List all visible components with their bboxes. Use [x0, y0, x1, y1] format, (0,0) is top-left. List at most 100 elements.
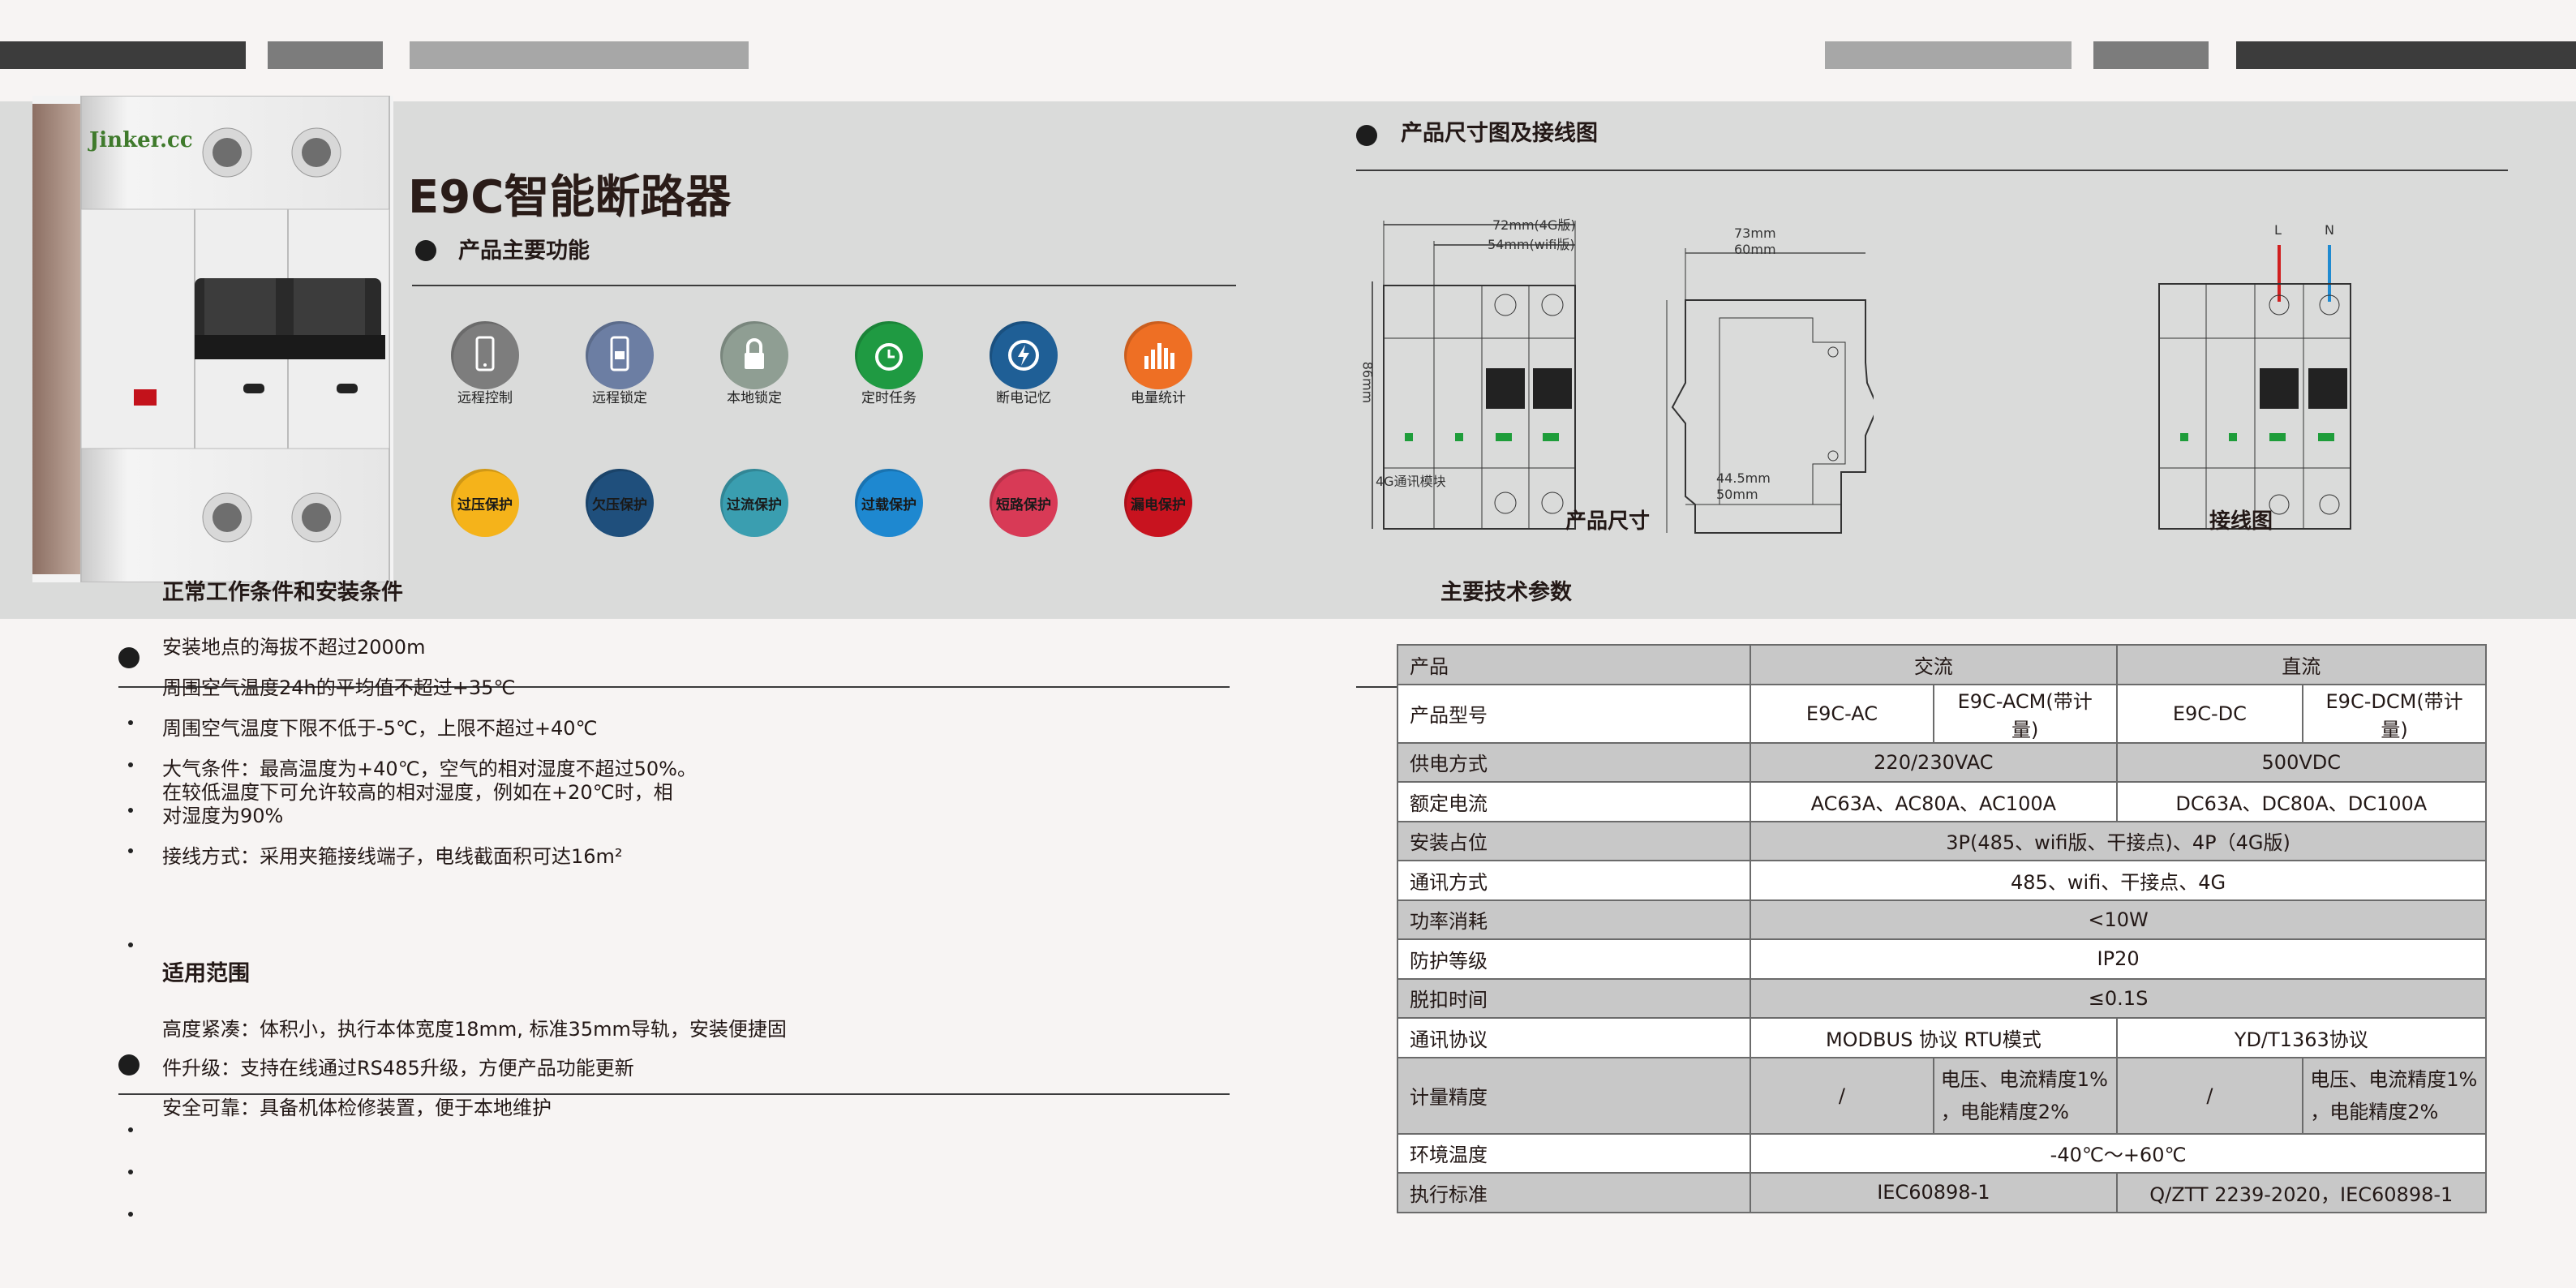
dim-width-4g: 72mm(4G版) [1492, 217, 1576, 233]
wiring-diagram: L N [2149, 213, 2360, 537]
table-cell: 直流 [2115, 644, 2488, 685]
table-cell: 电压、电流精度1% ，电能精度2% [1932, 1056, 2118, 1135]
list-dot [128, 942, 133, 947]
application-line: 件升级：支持在线通过RS485升级，方便产品功能更新 [162, 1057, 634, 1080]
condition-line: 接线方式：采用夹箍接线端子，电线截面积可达16m² [162, 845, 623, 868]
top-bar-light-right [1825, 41, 2072, 69]
table-cell-label: 通讯方式 [1396, 860, 1752, 901]
undervoltage-icon: 欠压保护 [586, 469, 654, 537]
accuracy-line: ，电能精度2% [2310, 1100, 2439, 1123]
table-row: 计量精度 / 电压、电流精度1% ，电能精度2% / 电压、电流精度1% ，电能… [1396, 1056, 2487, 1135]
table-row: 功率消耗 <10W [1396, 899, 2487, 940]
table-row: 执行标准 IEC60898-1 Q/ZTT 2239-2020，IEC60898… [1396, 1172, 2488, 1213]
table-cell-label: 脱扣时间 [1396, 977, 1752, 1019]
section-divider [118, 1093, 1230, 1095]
phone-icon [451, 321, 519, 389]
table-cell-label: 通讯协议 [1396, 1017, 1752, 1058]
table-cell: AC63A、AC80A、AC100A [1750, 781, 2118, 822]
section-divider [412, 285, 1236, 286]
condition-line: 在较低温度下可允许较高的相对湿度，例如在+20℃时，相 [162, 781, 673, 804]
table-cell-label: 供电方式 [1396, 741, 1752, 783]
table-row: 脱扣时间 ≤0.1S [1396, 977, 2487, 1019]
table-row: 通讯方式 485、wifi、干接点、4G [1396, 860, 2487, 901]
list-dot [128, 808, 133, 813]
list-dot [128, 1212, 133, 1217]
table-cell: 220/230VAC [1750, 741, 2118, 783]
accuracy-line: ，电能精度2% [1940, 1100, 2069, 1123]
breaker-product-image: Jinker.cc [32, 95, 393, 583]
table-cell: DC63A、DC80A、DC100A [2115, 781, 2488, 822]
application-line: 高度紧凑：体积小，执行本体宽度18mm, 标准35mm导轨，安装便捷固 [162, 1018, 787, 1041]
table-cell-label: 额定电流 [1396, 781, 1752, 822]
section-working-conditions: 正常工作条件和安装条件 [162, 580, 403, 605]
dim-height: 86mm [1359, 361, 1376, 404]
accuracy-line: 电压、电流精度1% [1940, 1067, 2108, 1091]
table-cell: YD/T1363协议 [2115, 1017, 2488, 1058]
leakage-icon: 漏电保护 [1124, 469, 1192, 537]
accuracy-line: 电压、电流精度1% [2310, 1067, 2478, 1091]
protection-label: 过流保护 [727, 496, 782, 513]
table-cell: E9C-AC [1750, 683, 1934, 744]
dim-rail-1: 44.5mm [1716, 470, 1771, 486]
table-cell: / [1750, 1056, 1934, 1135]
short-circuit-icon: 短路保护 [990, 469, 1058, 537]
top-bar-mid-right [2093, 41, 2209, 69]
table-cell: IEC60898-1 [1750, 1172, 2118, 1213]
list-dot [128, 848, 133, 853]
condition-line: 安装地点的海拔不超过2000m [162, 636, 426, 659]
table-cell: 交流 [1750, 644, 2118, 685]
list-dot [128, 720, 133, 725]
section-application: 适用范围 [162, 961, 250, 986]
table-cell-label: 环境温度 [1396, 1132, 1752, 1174]
table-cell: E9C-DCM(带计量) [2302, 683, 2487, 744]
condition-line: 周围空气温度下限不低于-5℃，上限不超过+40℃ [162, 717, 598, 740]
table-cell: 3P(485、wifi版、干接点)、4P（4G版) [1750, 820, 2487, 861]
table-cell: 电压、电流精度1% ，电能精度2% [2302, 1056, 2487, 1135]
product-title: E9C智能断路器 [408, 171, 732, 224]
protection-label: 欠压保护 [592, 496, 647, 513]
protection-label: 短路保护 [996, 496, 1051, 513]
overcurrent-icon: 过流保护 [720, 469, 788, 537]
table-row: 安装占位 3P(485、wifi版、干接点)、4P（4G版) [1396, 820, 2487, 861]
feature-label: 本地锁定 [727, 390, 782, 406]
bar-chart-icon [1124, 321, 1192, 389]
table-row: 供电方式 220/230VAC 500VDC [1396, 741, 2488, 783]
padlock-icon [720, 321, 788, 389]
table-row: 防护等级 IP20 [1396, 938, 2487, 980]
table-cell: E9C-ACM(带计量) [1932, 683, 2118, 744]
table-cell-label: 安装占位 [1396, 820, 1752, 861]
overvoltage-icon: 过压保护 [451, 469, 519, 537]
table-cell-label: 执行标准 [1396, 1172, 1752, 1213]
table-row: 产品 交流 直流 [1396, 644, 2488, 685]
feature-label: 远程控制 [457, 390, 513, 406]
table-cell: MODBUS 协议 RTU模式 [1750, 1017, 2118, 1058]
feature-label: 远程锁定 [592, 390, 647, 406]
section-bullet [415, 240, 436, 261]
section-bullet [1356, 125, 1377, 146]
table-row: 环境温度 -40℃～+60℃ [1396, 1132, 2487, 1174]
top-bar-light-left [410, 41, 749, 69]
table-cell: / [2115, 1056, 2304, 1135]
terminal-n: N [2325, 222, 2334, 238]
table-cell: Q/ZTT 2239-2020，IEC60898-1 [2115, 1172, 2488, 1213]
section-tech-params: 主要技术参数 [1440, 580, 1572, 605]
section-divider [1356, 170, 2508, 171]
overload-icon: 过载保护 [855, 469, 923, 537]
front-dimension-drawing: 72mm(4G版) 54mm(wifi版) 86mm 4G通讯模块 [1356, 213, 1599, 537]
feature-label: 断电记忆 [996, 390, 1051, 406]
feature-label: 电量统计 [1131, 390, 1186, 406]
table-cell: <10W [1750, 899, 2487, 940]
dim-rail-2: 50mm [1716, 487, 1758, 502]
table-row: 通讯协议 MODBUS 协议 RTU模式 YD/T1363协议 [1396, 1017, 2488, 1058]
dim-width-wifi: 54mm(wifi版) [1488, 237, 1575, 252]
table-cell: ≤0.1S [1750, 977, 2487, 1019]
wiring-caption: 接线图 [2209, 509, 2273, 534]
application-line: 安全可靠：具备机体检修装置，便于本地维护 [162, 1097, 552, 1119]
section-bullet [118, 1054, 140, 1075]
table-cell: 500VDC [2115, 741, 2488, 783]
section-main-functions: 产品主要功能 [458, 238, 590, 264]
condition-line: 周围空气温度24h的平均值不超过+35℃ [162, 676, 516, 699]
side-dimension-drawing: 73mm 60mm 44.5mm 50mm [1655, 213, 1879, 553]
list-dot [128, 1170, 133, 1174]
list-dot [128, 1127, 133, 1132]
